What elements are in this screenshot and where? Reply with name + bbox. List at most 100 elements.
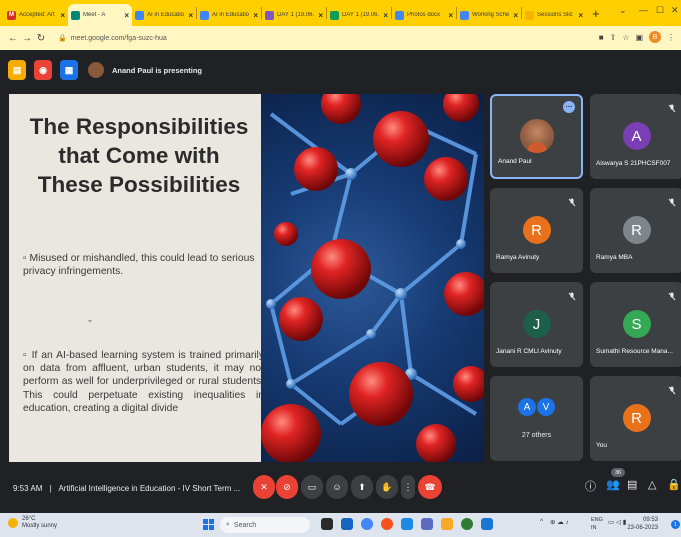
tab-close-icon[interactable]: × — [383, 11, 388, 20]
record-icon[interactable]: ◉ — [34, 60, 52, 80]
tray-icons[interactable]: ⊕ ☁ ♪ — [550, 518, 569, 526]
tab-close-icon[interactable]: × — [513, 11, 518, 20]
participant-name: Aiswarya S 21PHCSF007 — [596, 160, 671, 167]
tab-close-icon[interactable]: × — [60, 11, 65, 20]
others-count-label: 27 others — [521, 432, 552, 439]
captions-button[interactable]: ▭ — [301, 475, 323, 499]
participant-tile-you[interactable]: R You — [590, 376, 681, 461]
url-field[interactable]: 🔒 meet.google.com/fga-suzc-hua — [54, 30, 614, 46]
host-controls-icon[interactable]: 🔒 — [667, 478, 681, 491]
browser-tab[interactable]: DAY 1 (19.06. × — [327, 4, 391, 26]
browser-tab[interactable]: AI in Educatio × — [197, 4, 261, 26]
tray-chevron-icon[interactable]: ^ — [540, 518, 543, 525]
mic-off-icon — [568, 194, 576, 212]
browser-tab[interactable]: DAY 1 (19.06. × — [262, 4, 326, 26]
participant-tile-janani[interactable]: J Janani R CMLI Avinuty — [490, 282, 583, 367]
browser-tab[interactable]: Sessions Slic × — [522, 4, 586, 26]
minimize-icon[interactable]: — — [639, 5, 648, 15]
back-icon[interactable]: ← — [6, 33, 20, 44]
meeting-time: 9:53 AM — [13, 484, 43, 493]
participant-tile-ramya-avinuty[interactable]: R Ramya Avinuty — [490, 188, 583, 273]
molecule-image — [261, 94, 484, 462]
more-options-icon[interactable]: ··· — [563, 101, 575, 113]
search-icon: ⌕ — [226, 521, 230, 528]
weather-widget[interactable]: 26°C Mostly sunny — [8, 516, 57, 530]
mouse-cursor-icon: ⌖ — [88, 318, 92, 325]
browser-tab[interactable]: AI in Educatio × — [132, 4, 196, 26]
tab-close-icon[interactable]: × — [188, 11, 193, 20]
activities-icon[interactable]: △ — [648, 478, 656, 491]
tab-close-icon[interactable]: × — [318, 11, 323, 20]
participant-name: Ramya MBA — [596, 254, 633, 261]
maximize-icon[interactable]: ☐ — [656, 5, 664, 16]
zoom-app-icon[interactable] — [341, 518, 353, 530]
participant-tile-ramya-mba[interactable]: R Ramya MBA — [590, 188, 681, 273]
notification-badge[interactable]: 1 — [671, 520, 680, 529]
taskbar-search[interactable]: ⌕ Search — [220, 517, 310, 533]
bookmark-star-icon[interactable]: ☆ — [622, 33, 629, 42]
tab-favicon-icon — [395, 10, 404, 20]
language-indicator[interactable]: ENG IN — [591, 516, 603, 532]
tab-close-icon[interactable]: × — [124, 11, 129, 20]
camera-toggle-button[interactable]: ⊘ — [276, 475, 298, 499]
tab-favicon-icon — [460, 10, 469, 20]
chat-icon[interactable]: ▤ — [627, 478, 637, 491]
tab-close-icon[interactable]: × — [578, 11, 583, 20]
tab-favicon-icon — [71, 10, 80, 20]
tab-close-icon[interactable]: × — [448, 11, 453, 20]
weather-temp: 26°C — [22, 516, 36, 522]
more-options-button[interactable]: ⋮ — [401, 475, 415, 499]
new-tab-icon[interactable]: + — [586, 6, 606, 21]
leave-call-button[interactable]: ☎ — [418, 475, 442, 499]
present-now-button[interactable]: ⬆ — [351, 475, 373, 499]
meeting-details-icon[interactable]: ⓘ — [585, 478, 596, 494]
profile-avatar[interactable]: B — [649, 31, 661, 43]
browser-tab[interactable]: Working Sche × — [457, 4, 521, 26]
reactions-button[interactable]: ☺ — [326, 475, 348, 499]
reload-icon[interactable]: ↻ — [34, 33, 48, 44]
forward-icon[interactable]: → — [20, 33, 34, 44]
present-docs-icon[interactable]: ▦ — [60, 60, 78, 80]
task-view-icon[interactable] — [321, 518, 333, 530]
meeting-title: Artificial Intelligence in Education - I… — [58, 484, 241, 493]
participant-tile-others[interactable]: A V 27 others — [490, 376, 583, 461]
sidepanel-icon[interactable]: ▣ — [635, 33, 643, 42]
avatar: R — [622, 216, 651, 244]
mic-toggle-button[interactable]: ✕ — [253, 475, 275, 499]
sun-icon — [8, 518, 18, 528]
browser-tab[interactable]: Photos docx × — [392, 4, 456, 26]
app-icon[interactable] — [421, 518, 433, 530]
tab-label: AI in Educatio — [147, 12, 185, 18]
avatar: V — [537, 398, 555, 416]
share-icon[interactable]: ⇪ — [610, 33, 617, 42]
participant-tile-sumathi[interactable]: S Sumathi Resource Mana... — [590, 282, 681, 367]
network-volume-icons[interactable]: ▭ ◁ ▮ — [608, 518, 626, 526]
store-icon[interactable] — [401, 518, 413, 530]
raise-hand-button[interactable]: ✋ — [376, 475, 398, 499]
camera-permission-icon[interactable]: ■ — [599, 33, 604, 42]
people-icon[interactable]: 👥 — [606, 478, 620, 491]
close-window-icon[interactable]: ✕ — [671, 5, 679, 16]
slide-bullet-privacy: ▫ Misused or mishandled, this could lead… — [23, 253, 255, 278]
browser-tab[interactable]: Meet - A × — [68, 4, 132, 26]
windows-start-icon[interactable] — [203, 519, 214, 530]
system-clock[interactable]: 09:53 23-06-2023 — [627, 516, 658, 532]
sticky-note-icon[interactable]: ▤ — [8, 60, 26, 80]
chrome-icon[interactable] — [361, 518, 373, 530]
browser-tab[interactable]: M Accepted: Art × — [4, 4, 68, 26]
participant-tile-anand-paul[interactable]: ··· Anand Paul — [490, 94, 583, 179]
menu-kebab-icon[interactable]: ⋮ — [667, 33, 675, 42]
participant-photo — [519, 119, 554, 153]
file-explorer-icon[interactable] — [441, 518, 453, 530]
tab-search-icon[interactable]: ⌄ — [619, 5, 627, 16]
search-placeholder: Search — [233, 521, 257, 529]
firefox-icon[interactable] — [381, 518, 393, 530]
word-icon[interactable] — [481, 518, 493, 530]
participant-name: Ramya Avinuty — [496, 254, 540, 261]
weather-desc: Mostly sunny — [22, 523, 58, 529]
molecule-illustration — [261, 94, 484, 462]
end-call-icon: ☎ — [424, 481, 436, 492]
edge-icon[interactable] — [461, 518, 473, 530]
tab-close-icon[interactable]: × — [253, 11, 258, 20]
participant-tile-aiswarya[interactable]: A Aiswarya S 21PHCSF007 — [590, 94, 681, 179]
